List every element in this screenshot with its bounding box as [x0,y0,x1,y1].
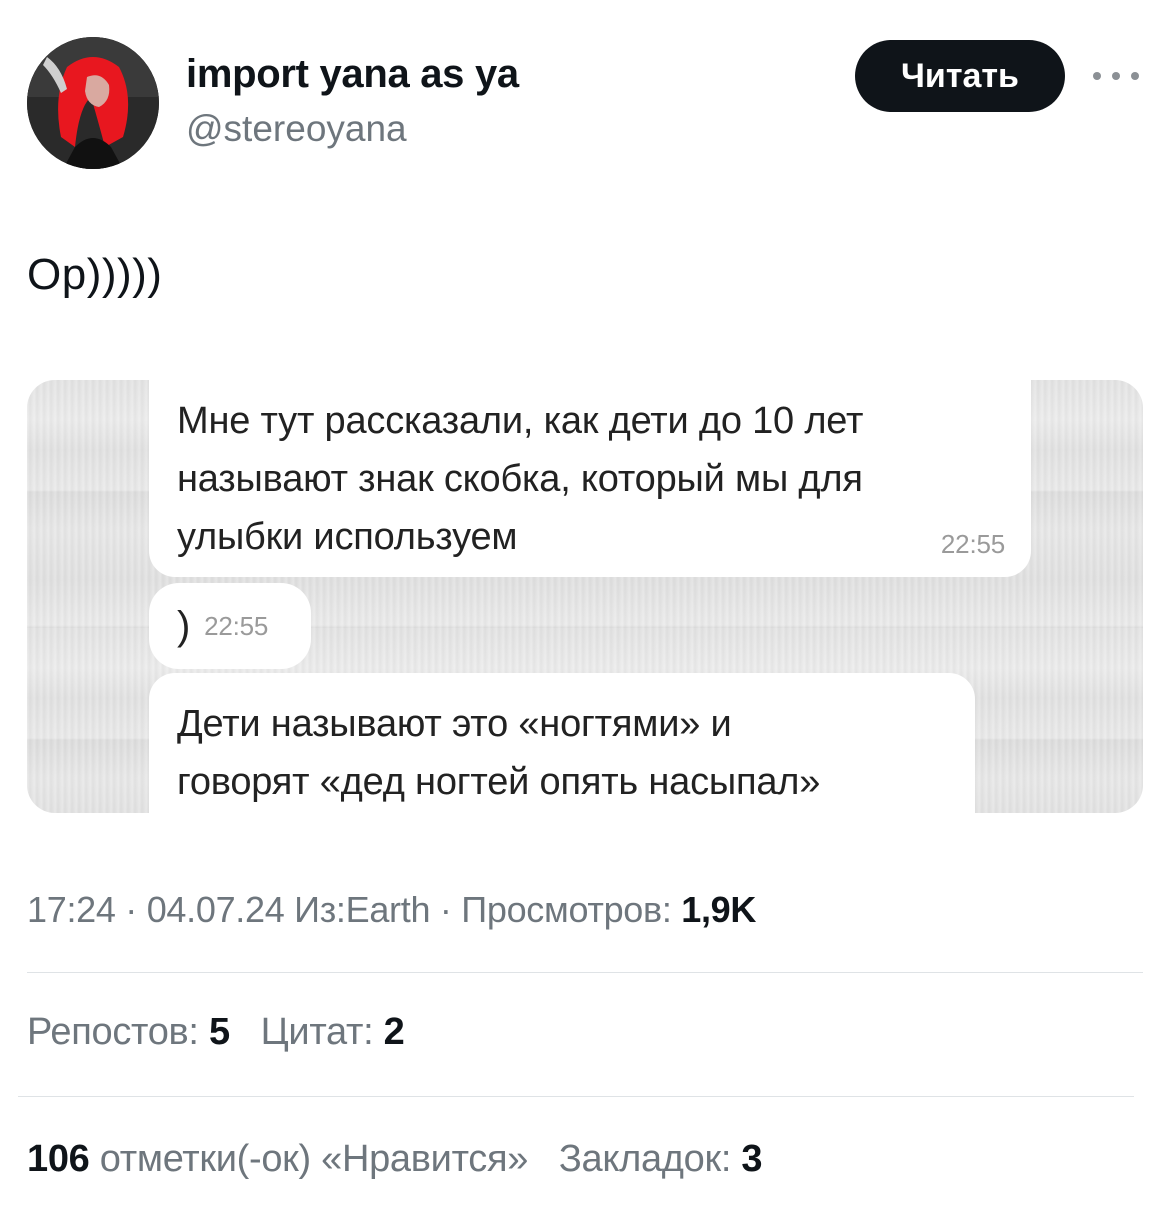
separator: · [125,889,137,930]
message-line: улыбки используем [177,516,518,558]
message-time: 22:55 [204,611,269,641]
divider [18,1096,1134,1097]
views-label: Просмотров: [461,889,672,930]
follow-button[interactable]: Читать [855,40,1065,112]
reposts-label: Репостов: [27,1011,199,1053]
post-date[interactable]: 04.07.24 [147,889,285,930]
tweet-text: Ор))))) [27,250,163,299]
author-handle[interactable]: @stereoyana [186,108,407,150]
reposts-stat[interactable]: Репостов: 5 [27,1011,240,1053]
dot [1112,72,1120,80]
avatar-photo [27,37,159,169]
message-line: ) [177,604,191,648]
author-display-name[interactable]: import yana as ya [186,52,519,97]
tweet-detail-page: import yana as ya @stereoyana Читать Ор)… [0,0,1170,1210]
more-options-icon[interactable] [1093,58,1139,94]
post-time[interactable]: 17:24 [27,889,116,930]
repost-quote-stats: Репостов: 5 Цитат: 2 [27,1011,405,1054]
message-line: Дети называют это «ногтями» и [177,703,732,745]
likes-stat[interactable]: 106 отметки(-ок) «Нравится» [27,1138,538,1180]
tweet-metadata: 17:24 · 04.07.24 Из:Earth · Просмотров: … [27,889,756,931]
bookmarks-stat[interactable]: Закладок: 3 [558,1138,763,1180]
quotes-stat[interactable]: Цитат: 2 [261,1011,405,1053]
chat-message-bubble: ) 22:55 [149,583,311,669]
quotes-count: 2 [383,1011,405,1053]
dot [1131,72,1139,80]
quotes-label: Цитат: [260,1011,374,1053]
avatar[interactable] [27,37,159,169]
likes-count: 106 [27,1138,90,1180]
chat-message-bubble: Мне тут рассказали, как дети до 10 лет н… [149,380,1031,577]
tweet-image[interactable]: Мне тут рассказали, как дети до 10 лет н… [27,380,1143,813]
reposts-count: 5 [208,1011,230,1053]
divider [27,972,1143,973]
message-time: 22:55 [940,529,1005,559]
views-count: 1,9K [681,889,757,930]
bookmarks-count: 3 [741,1138,763,1180]
message-line: говорят «дед ногтей опять насыпал» [177,761,821,803]
separator: · [439,889,452,930]
dot [1093,72,1101,80]
likes-label: отметки(-ок) «Нравится» [99,1138,529,1180]
post-source: Из:Earth [294,889,431,930]
chat-message-bubble: Дети называют это «ногтями» и говорят «д… [149,673,975,813]
message-line: называют знак скобка, который мы для [177,458,863,500]
bookmarks-label: Закладок: [558,1138,732,1180]
like-bookmark-stats: 106 отметки(-ок) «Нравится» Закладок: 3 [27,1138,763,1181]
message-line: Мне тут рассказали, как дети до 10 лет [177,400,864,442]
